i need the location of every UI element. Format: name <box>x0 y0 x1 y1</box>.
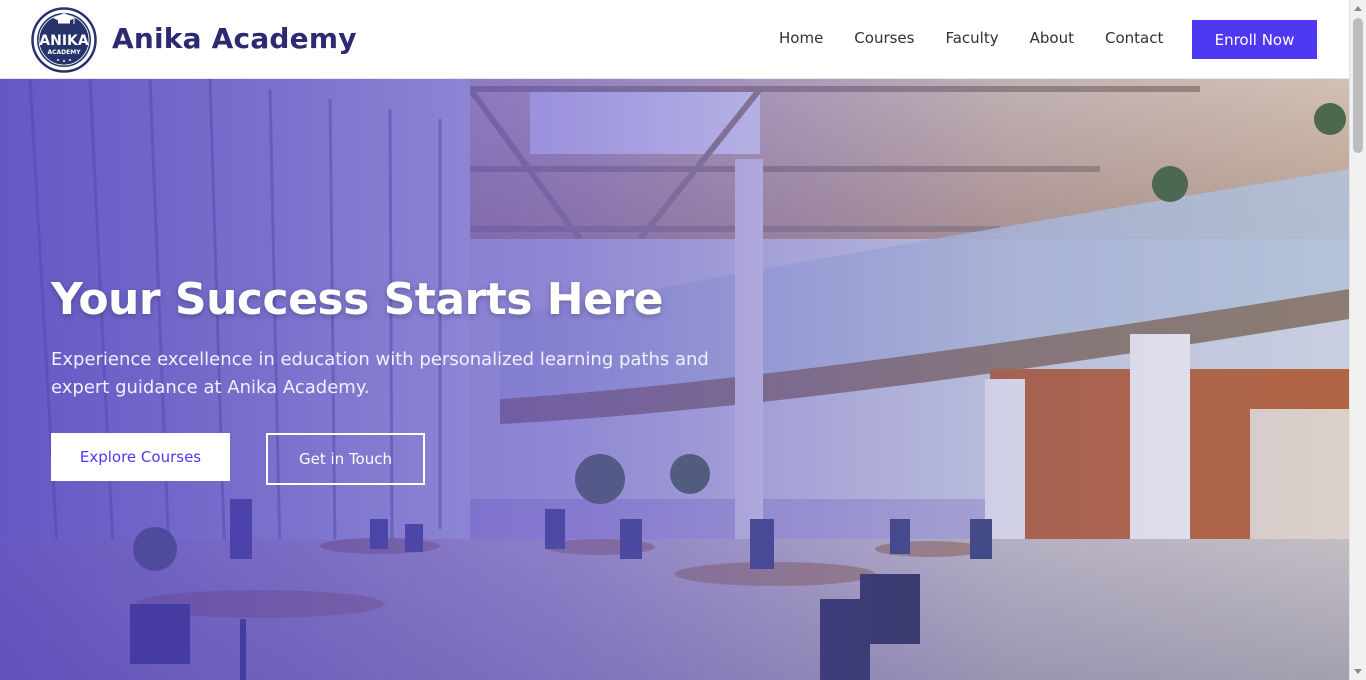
brand-name[interactable]: Anika Academy <box>112 22 357 55</box>
enroll-now-button[interactable]: Enroll Now <box>1192 20 1317 59</box>
get-in-touch-button[interactable]: Get in Touch <box>266 433 425 485</box>
logo-text-academy: ACADEMY <box>47 49 81 56</box>
scroll-up-icon[interactable] <box>1354 6 1362 11</box>
main-nav: Home Courses Faculty About Contact <box>779 29 1163 47</box>
site-header: ANIKA ACADEMY Anika Academy Home Courses… <box>0 0 1349 79</box>
hero-title: Your Success Starts Here <box>51 274 663 325</box>
hero-section: Your Success Starts Here Experience exce… <box>0 79 1349 680</box>
academy-logo[interactable]: ANIKA ACADEMY <box>31 7 97 73</box>
logo-text-anika: ANIKA <box>39 33 89 49</box>
nav-courses[interactable]: Courses <box>854 29 914 47</box>
nav-home[interactable]: Home <box>779 29 823 47</box>
scrollbar-thumb[interactable] <box>1353 18 1363 153</box>
nav-about[interactable]: About <box>1030 29 1074 47</box>
nav-contact[interactable]: Contact <box>1105 29 1163 47</box>
page-scrollbar[interactable] <box>1349 0 1366 680</box>
hero-subtitle: Experience excellence in education with … <box>51 349 709 398</box>
explore-courses-button[interactable]: Explore Courses <box>51 433 230 481</box>
scroll-down-icon[interactable] <box>1354 669 1362 674</box>
nav-faculty[interactable]: Faculty <box>945 29 998 47</box>
